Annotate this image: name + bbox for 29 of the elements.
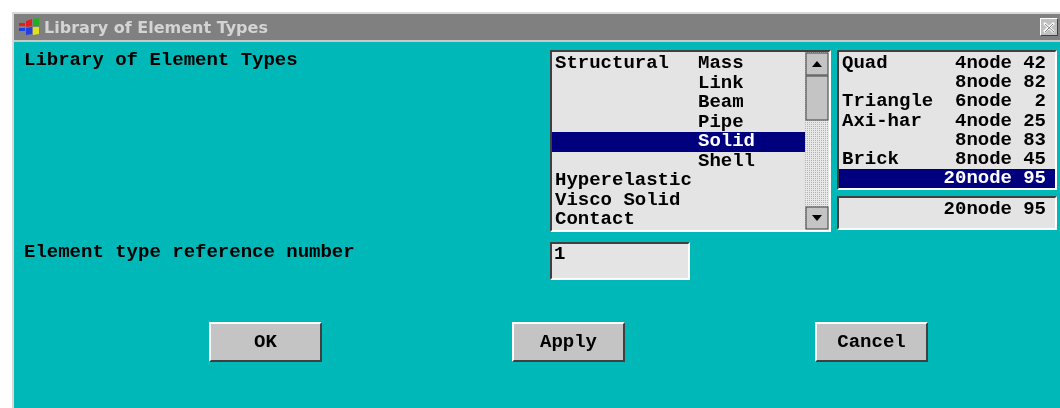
- list-item[interactable]: 8node 82: [839, 73, 1055, 93]
- list-item[interactable]: Solid: [552, 132, 805, 152]
- list-item[interactable]: Triangle 6node 2: [839, 92, 1055, 112]
- list-item[interactable]: Link: [552, 73, 805, 93]
- dialog-heading: Library of Element Types: [24, 50, 299, 73]
- list-item[interactable]: Structural Mass: [552, 54, 805, 74]
- category-list[interactable]: Structural Mass Link Beam Pipe Solid Shell Hyperelastic Visco Solid Contact: [550, 50, 831, 232]
- input-field[interactable]: 1: [550, 242, 690, 280]
- window-title: Library of Element Types: [44, 17, 269, 37]
- list-item[interactable]: Shell: [552, 151, 805, 171]
- list-item[interactable]: Brick 8node 45: [839, 150, 1055, 170]
- field-label: Element type reference number: [24, 242, 356, 262]
- selection-field[interactable]: 20node 95: [837, 196, 1057, 230]
- list-item[interactable]: Visco Solid: [552, 190, 805, 210]
- list-item[interactable]: 8node 83: [839, 130, 1055, 150]
- scrollbar[interactable]: [805, 52, 829, 230]
- dialog-button[interactable]: OK: [209, 322, 322, 362]
- list-item[interactable]: Contact: [552, 210, 805, 230]
- close-button[interactable]: [1040, 18, 1058, 36]
- list-item[interactable]: Quad 4node 42: [839, 54, 1055, 74]
- list-item[interactable]: Hyperelastic: [552, 171, 805, 191]
- list-item[interactable]: Axi-har 4node 25: [839, 111, 1055, 131]
- list-item[interactable]: 20node 95: [839, 169, 1055, 189]
- dialog-button[interactable]: Cancel: [815, 322, 928, 362]
- app-icon: [18, 18, 40, 36]
- element-type-list[interactable]: Quad 4node 42 8node 82 Triangle 6node 2 Axi-har 4node 25 8node 83 Brick 8node 45 20node 95: [837, 50, 1057, 191]
- list-item[interactable]: Pipe: [552, 112, 805, 132]
- list-item[interactable]: Beam: [552, 93, 805, 113]
- dialog-button[interactable]: Apply: [512, 322, 625, 362]
